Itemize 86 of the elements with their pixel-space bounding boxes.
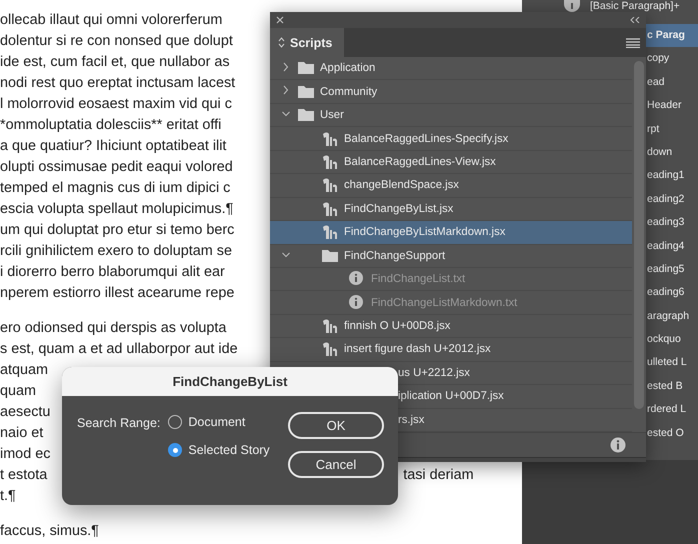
script-icon xyxy=(322,341,338,358)
body-text-line: dolentur si re con nonsed que dolupt xyxy=(0,32,233,48)
paragraph-style-item[interactable]: eading4 xyxy=(646,234,698,258)
paragraph-style-item[interactable]: copy xyxy=(646,47,698,71)
script-list-item[interactable]: User xyxy=(270,104,632,128)
body-text-line: atquam xyxy=(0,362,48,378)
chevron-icon xyxy=(282,108,290,119)
body-text-line: ero odionsed qui derspis as volupta xyxy=(0,320,226,336)
body-text-line: t estota xyxy=(0,466,48,482)
script-icon xyxy=(322,200,338,217)
folder-icon xyxy=(322,248,338,264)
paragraph-style-item[interactable]: ested O xyxy=(646,422,698,446)
paragraph-style-item[interactable]: c Parag xyxy=(646,24,698,48)
body-text-line: nperem estiorro illest acearume repe xyxy=(0,284,234,300)
body-text-line: tasi deriam xyxy=(403,466,474,482)
paragraph-style-item[interactable]: rdered L xyxy=(646,398,698,422)
body-text-line: olupti ossimusae pedit eaqui volored xyxy=(0,158,233,174)
info-icon xyxy=(564,0,580,12)
script-list-item[interactable]: BalanceRaggedLines-View.jsx xyxy=(270,150,632,174)
info-icon xyxy=(349,294,365,311)
close-icon xyxy=(276,16,284,24)
body-text-line: escia volupta spellaut molupicimus.¶ xyxy=(0,200,234,216)
body-text-line: t.¶ xyxy=(0,488,16,504)
info-icon xyxy=(610,437,626,453)
body-text-line: ide est, cum facil et, que nullabor as xyxy=(0,54,230,70)
dialog-button[interactable]: OK xyxy=(288,412,384,439)
script-icon xyxy=(322,177,338,194)
info-icon xyxy=(349,271,365,288)
paragraph-style-item[interactable]: eading1 xyxy=(646,164,698,188)
body-text-line: faccus, simus.¶ xyxy=(0,522,99,538)
radio-button[interactable] xyxy=(168,415,182,429)
script-list-item[interactable]: FindChangeSupport xyxy=(270,244,632,268)
script-icon xyxy=(322,224,338,240)
paragraph-style-item[interactable]: ead xyxy=(646,70,698,94)
paragraph-style-item[interactable]: Header xyxy=(646,94,698,118)
script-list-item[interactable]: FindChangeByListMarkdown.jsx xyxy=(270,221,632,244)
body-text-line: ollecab illaut qui omni volorerferum xyxy=(0,12,222,28)
chevron-icon xyxy=(282,85,290,96)
body-text-line: a que quatiur? Ihiciunt optatibeat ilit xyxy=(0,138,226,154)
body-text-line: *ommoluptatia dolesciis** eritat offi xyxy=(0,116,222,132)
body-text-line: quam xyxy=(0,382,36,398)
paragraph-style-item[interactable]: eading3 xyxy=(646,211,698,235)
paragraph-style-item[interactable]: eading2 xyxy=(646,188,698,212)
script-icon xyxy=(322,154,338,170)
radio-button[interactable] xyxy=(168,443,182,457)
sort-icon xyxy=(278,37,285,48)
script-list-item[interactable]: Application xyxy=(270,57,632,80)
paragraph-style-item[interactable]: rpt xyxy=(646,118,698,141)
field-label: Search Range: xyxy=(77,415,160,432)
script-list-item[interactable]: changeBlendSpace.jsx xyxy=(270,174,632,198)
body-text-line: um qui doluptat pro etur si temo berc xyxy=(0,222,234,238)
paragraph-style-item[interactable]: eading5 xyxy=(646,258,698,282)
panel-tab[interactable]: Scripts xyxy=(270,28,344,57)
body-text-line: i diorerro berro blaborumqui alit ear xyxy=(0,264,225,280)
script-list-item[interactable]: Community xyxy=(270,80,632,104)
paragraph-style-item[interactable]: down xyxy=(646,140,698,164)
paragraph-style-item[interactable]: ockquo xyxy=(646,328,698,352)
paragraph-style-item[interactable]: eading6 xyxy=(646,281,698,305)
body-text-line: l molorrovid eosaest maxim vid qui c xyxy=(0,96,232,112)
radio-label[interactable]: Document xyxy=(188,415,246,429)
chevron-icon xyxy=(282,62,290,72)
paragraph-style-item[interactable]: ested B xyxy=(646,374,698,398)
body-text-line: rcili gnihilictem exero to doluptam se xyxy=(0,242,232,258)
script-icon xyxy=(322,130,338,147)
current-style-label: [Basic Paragraph]+ xyxy=(590,0,680,13)
script-list-item[interactable]: BalanceRaggedLines-Specify.jsx xyxy=(270,127,632,151)
radio-label[interactable]: Selected Story xyxy=(188,443,270,457)
chevron-icon xyxy=(282,250,290,260)
script-list-item[interactable]: finnish O U+00D8.jsx xyxy=(270,314,632,338)
script-icon xyxy=(322,318,338,334)
script-list-item[interactable]: insert figure dash U+2012.jsx xyxy=(270,338,632,362)
body-text-line: imod ec xyxy=(0,446,50,462)
body-text-line: naio et xyxy=(0,424,44,440)
paragraph-style-item[interactable]: ulleted L xyxy=(646,351,698,375)
dialog-button[interactable]: Cancel xyxy=(288,451,384,478)
dialog-title: FindChangeByList xyxy=(62,367,398,396)
paragraph-style-item[interactable]: aragraph xyxy=(646,304,698,328)
folder-icon xyxy=(298,84,314,100)
body-text-line: nodi rest quo ereptat inctusam lacest xyxy=(0,74,236,90)
folder-icon xyxy=(298,107,314,124)
menu-icon xyxy=(626,38,640,48)
body-text-line: s est, quam a et ad ullaborpor aut ide xyxy=(0,340,238,356)
collapse-icon xyxy=(630,17,640,23)
body-text-line: temped el magnis cus di ium dipici c xyxy=(0,180,230,196)
folder-icon xyxy=(298,60,314,76)
body-text-line: aesectu xyxy=(0,404,50,420)
